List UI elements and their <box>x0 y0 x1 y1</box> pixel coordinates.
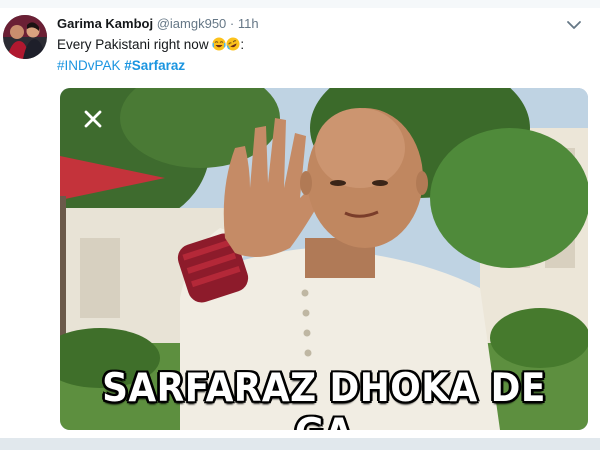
chevron-down-icon[interactable] <box>565 16 583 34</box>
tweet-header: Garima Kamboj @iamgk950 · 11h <box>57 16 259 31</box>
rolling-on-floor-laughing-icon <box>226 37 240 51</box>
tweet-timestamp[interactable]: 11h <box>238 16 259 31</box>
author-handle[interactable]: @iamgk950 <box>157 16 227 31</box>
top-divider <box>0 0 600 8</box>
bottom-divider <box>0 438 600 450</box>
meme-caption: SARFARAZ DHOKA DE GA <box>102 366 546 430</box>
avatar[interactable] <box>3 15 47 59</box>
face-with-tears-of-joy-icon <box>212 37 226 51</box>
hashtag-list: #INDvPAK #Sarfaraz <box>57 58 185 73</box>
tweet-card: Garima Kamboj @iamgk950 · 11h Every Paki… <box>0 0 600 450</box>
tweet-text-body: Every Pakistani right now <box>57 37 209 52</box>
separator-dot: · <box>229 16 235 31</box>
author-name[interactable]: Garima Kamboj <box>57 16 153 31</box>
hashtag-sarfaraz[interactable]: #Sarfaraz <box>124 58 185 73</box>
tweet-text: Every Pakistani right now : <box>57 37 244 52</box>
avatar-image <box>3 15 47 59</box>
tweet-text-suffix: : <box>240 37 245 52</box>
tweet-media-image[interactable]: SARFARAZ DHOKA DE GA <box>60 88 588 430</box>
close-icon[interactable] <box>82 108 104 130</box>
hashtag-indvpak[interactable]: #INDvPAK <box>57 58 121 73</box>
